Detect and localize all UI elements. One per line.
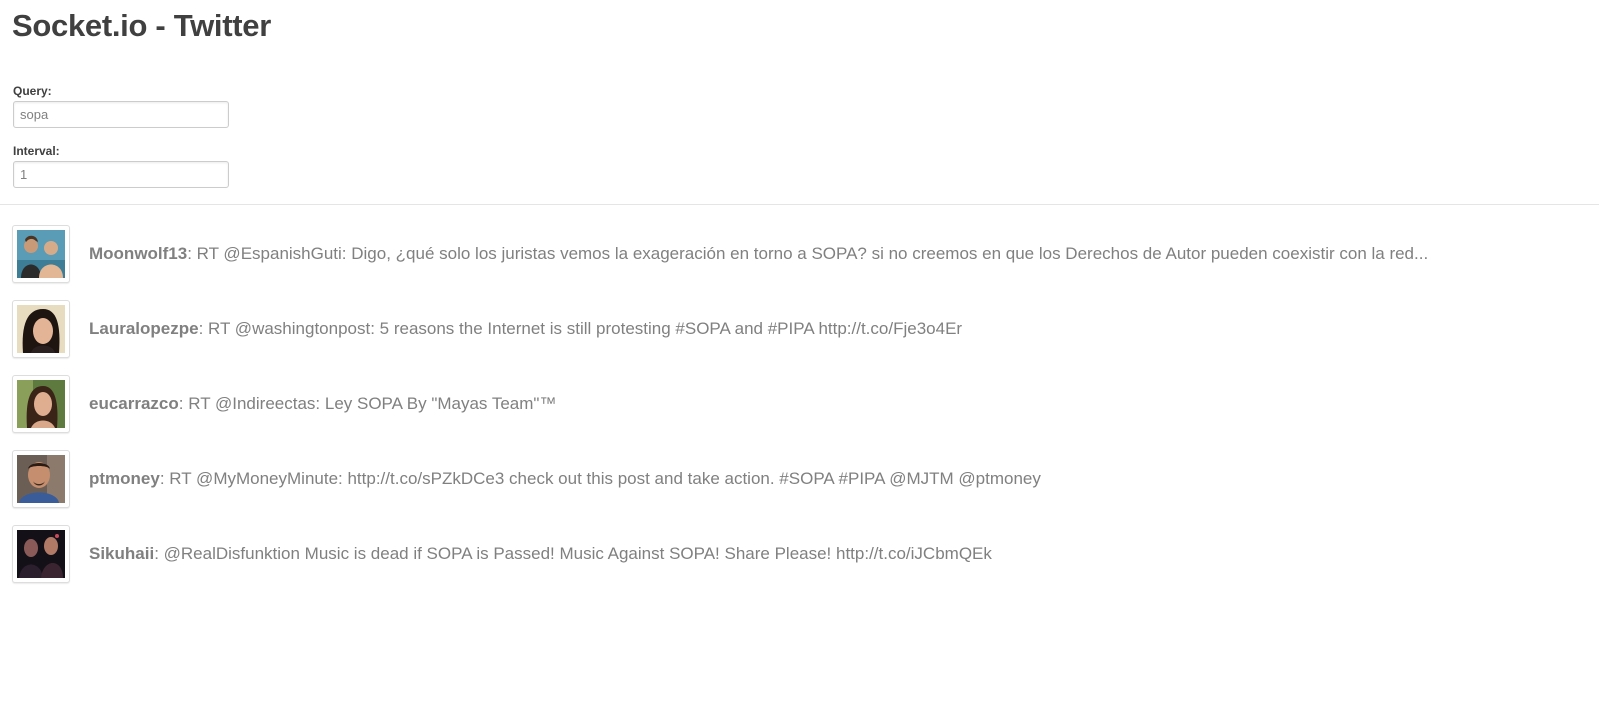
tweet-item: ptmoney: RT @MyMoneyMinute: http://t.co/… [12, 450, 1428, 508]
tweet-item: Moonwolf13: RT @EspanishGuti: Digo, ¿qué… [12, 225, 1428, 283]
tweet-message: : RT @MyMoneyMinute: http://t.co/sPZkDCe… [159, 469, 1041, 488]
avatar-image [17, 305, 65, 353]
tweet-message: : RT @washingtonpost: 5 reasons the Inte… [198, 319, 963, 338]
tweet-message: : RT @EspanishGuti: Digo, ¿qué solo los … [187, 244, 1429, 263]
page: Socket.io - Twitter Query: Interval: [0, 0, 1599, 719]
tweet-text: Lauralopezpe: RT @washingtonpost: 5 reas… [89, 319, 962, 339]
avatar [12, 450, 70, 508]
tweet-item: Lauralopezpe: RT @washingtonpost: 5 reas… [12, 300, 1428, 358]
tweet-list: Moonwolf13: RT @EspanishGuti: Digo, ¿qué… [12, 225, 1428, 600]
query-label: Query: [13, 84, 52, 98]
avatar [12, 225, 70, 283]
avatar-image [17, 455, 65, 503]
tweet-text: eucarrazco: RT @Indireectas: Ley SOPA By… [89, 394, 556, 414]
tweet-text: ptmoney: RT @MyMoneyMinute: http://t.co/… [89, 469, 1041, 489]
interval-input[interactable] [13, 161, 229, 188]
avatar [12, 300, 70, 358]
tweet-item: eucarrazco: RT @Indireectas: Ley SOPA By… [12, 375, 1428, 433]
avatar [12, 375, 70, 433]
interval-label: Interval: [13, 144, 60, 158]
search-form: Query: Interval: [13, 84, 229, 188]
avatar-image [17, 230, 65, 278]
avatar [12, 525, 70, 583]
tweet-username[interactable]: ptmoney [89, 469, 160, 488]
tweet-text: Moonwolf13: RT @EspanishGuti: Digo, ¿qué… [89, 244, 1428, 264]
query-input[interactable] [13, 101, 229, 128]
tweet-item: Sikuhaii: @RealDisfunktion Music is dead… [12, 525, 1428, 583]
query-field-group: Query: [13, 84, 229, 128]
divider [0, 204, 1599, 205]
tweet-message: : @RealDisfunktion Music is dead if SOPA… [154, 544, 992, 563]
tweet-message: : RT @Indireectas: Ley SOPA By "Mayas Te… [178, 394, 557, 413]
tweet-username[interactable]: eucarrazco [89, 394, 179, 413]
interval-field-group: Interval: [13, 144, 229, 188]
avatar-image [17, 380, 65, 428]
tweet-username[interactable]: Moonwolf13 [89, 244, 187, 263]
tweet-text: Sikuhaii: @RealDisfunktion Music is dead… [89, 544, 992, 564]
avatar-image [17, 530, 65, 578]
tweet-username[interactable]: Lauralopezpe [89, 319, 199, 338]
page-title: Socket.io - Twitter [12, 8, 271, 43]
tweet-username[interactable]: Sikuhaii [89, 544, 154, 563]
